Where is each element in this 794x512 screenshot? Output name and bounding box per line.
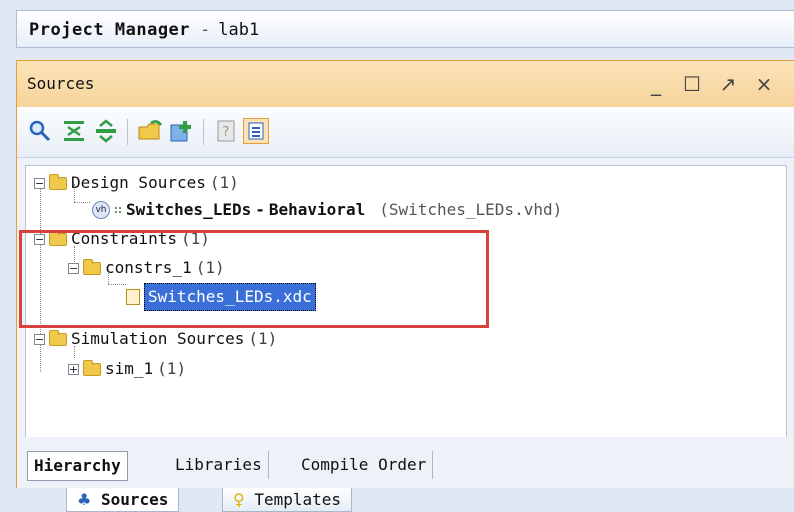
properties-icon[interactable]: ? <box>213 118 239 144</box>
folder-icon <box>49 173 67 190</box>
tree-item-label: Design Sources <box>71 173 206 192</box>
minimize-icon[interactable]: _ <box>646 61 666 107</box>
module-dash: - <box>255 200 265 219</box>
svg-text:?: ? <box>223 125 230 140</box>
tree-item-count: (1) <box>248 329 278 348</box>
project-manager-header: Project Manager - lab1 <box>16 10 794 48</box>
hierarchy-icon <box>114 206 122 214</box>
highlight-box <box>19 230 489 328</box>
view-tabs: Hierarchy Libraries Compile Order <box>17 437 794 489</box>
open-folder-icon[interactable] <box>137 118 163 144</box>
outer-tabs: ♣ Sources ♀ Templates <box>0 488 794 512</box>
header-project-name: lab1 <box>218 20 260 40</box>
sources-toolbar: ? <box>17 107 794 158</box>
tree-item-design-sources[interactable]: − Design Sources (1) <box>34 170 239 196</box>
tree-item-top-module[interactable]: vh Switches_LEDs - Behavioral (Switches_… <box>92 197 562 223</box>
panel-title-bar: Sources _ ☐ ↗ × <box>17 61 794 107</box>
lightbulb-icon: ♀ <box>233 490 245 509</box>
tab-templates[interactable]: ♀ Templates <box>222 488 353 512</box>
tab-hierarchy[interactable]: Hierarchy <box>27 451 128 481</box>
folder-icon <box>83 359 101 376</box>
toolbar-separator <box>203 119 204 145</box>
search-icon[interactable] <box>27 118 53 144</box>
show-hierarchy-icon[interactable] <box>243 118 269 144</box>
panel-title: Sources <box>27 74 95 93</box>
maximize-icon[interactable]: ☐ <box>682 61 702 107</box>
toolbar-separator <box>127 119 128 145</box>
tree-item-sim-1[interactable]: + sim_1 (1) <box>68 356 186 382</box>
module-name: Switches_LEDs <box>126 200 252 219</box>
tab-libraries[interactable]: Libraries <box>169 451 269 479</box>
tree-item-label: sim_1 <box>105 359 154 378</box>
tree-item-simulation-sources[interactable]: − Simulation Sources (1) <box>34 326 277 352</box>
tree-item-label: Simulation Sources <box>71 329 245 348</box>
tree-item-count: (1) <box>209 173 239 192</box>
folder-icon <box>49 329 67 346</box>
add-sources-icon[interactable] <box>169 118 195 144</box>
collapse-toggle-icon[interactable]: − <box>34 177 45 189</box>
expand-toggle-icon[interactable]: + <box>68 363 79 375</box>
header-title: Project Manager <box>29 20 191 40</box>
tab-sources[interactable]: ♣ Sources <box>66 488 180 512</box>
module-architecture: Behavioral <box>268 200 366 219</box>
close-icon[interactable]: × <box>754 61 774 107</box>
tab-label: Sources <box>100 490 169 509</box>
module-file-name: (Switches_LEDs.vhd) <box>379 200 563 219</box>
collapse-toggle-icon[interactable]: − <box>34 333 45 345</box>
vhdl-file-icon: vh <box>92 201 110 219</box>
expand-all-icon[interactable] <box>93 118 119 144</box>
tab-label: Templates <box>254 490 342 509</box>
header-separator: - <box>200 20 211 40</box>
tree-item-count: (1) <box>157 359 187 378</box>
float-icon[interactable]: ↗ <box>718 61 738 107</box>
tab-compile-order[interactable]: Compile Order <box>295 451 434 479</box>
window-controls: _ ☐ ↗ × <box>646 68 774 100</box>
collapse-all-icon[interactable] <box>61 118 87 144</box>
sources-tab-icon: ♣ <box>77 490 92 509</box>
